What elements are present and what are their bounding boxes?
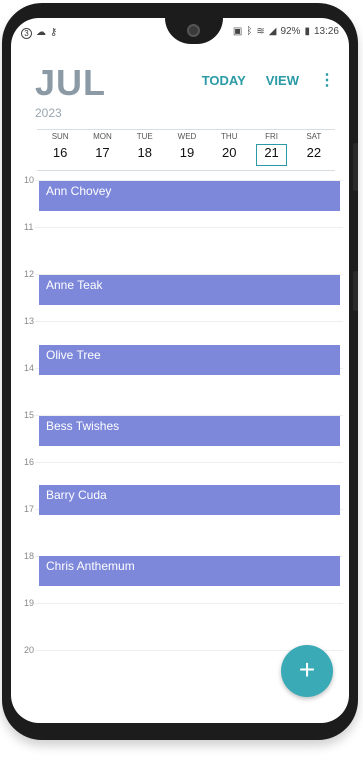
day-number: 19: [179, 145, 195, 160]
day-label: FRI: [265, 132, 278, 141]
status-left: 3 ☁ ⚷: [21, 26, 57, 40]
hour-row: 19: [11, 598, 349, 645]
hour-line: [35, 321, 343, 322]
battery-icon: ▮: [304, 26, 310, 37]
hour-label: 15: [24, 410, 35, 420]
week-divider-bottom: [37, 170, 335, 171]
day-label: SAT: [306, 132, 322, 141]
hour-label: 13: [24, 316, 35, 326]
hour-label: 12: [24, 269, 35, 279]
day-sun[interactable]: SUN 16: [39, 132, 81, 166]
hour-label: 14: [24, 363, 35, 373]
hour-label: 11: [24, 222, 34, 232]
add-event-button[interactable]: +: [281, 645, 333, 697]
phone-frame: 3 ☁ ⚷ ▣ ᛒ ≋ ◢ 92% ▮ 13:26 JUL 2023 TODAY…: [2, 3, 358, 740]
clock: 13:26: [313, 26, 339, 37]
volume-button: [353, 143, 358, 191]
power-button: [353, 271, 358, 311]
wifi-icon: ≋: [256, 26, 265, 37]
day-number: 22: [306, 145, 322, 160]
day-sat[interactable]: SAT 22: [293, 132, 335, 166]
day-label: TUE: [136, 132, 153, 141]
event-ann-chovey[interactable]: Ann Chovey: [39, 181, 340, 211]
event-barry-cuda[interactable]: Barry Cuda: [39, 485, 340, 515]
year-label: 2023: [35, 106, 62, 120]
view-button[interactable]: VIEW: [266, 73, 299, 88]
battery-percent: 92%: [280, 26, 301, 37]
hour-line: [35, 462, 343, 463]
day-number: 18: [137, 145, 152, 160]
day-timeline[interactable]: 10 11 12 13 14 15 16 17 18 19 20 Ann Cho…: [11, 175, 349, 723]
event-olive-tree[interactable]: Olive Tree: [39, 345, 340, 375]
hour-line: [35, 227, 343, 228]
lock-icon: ▣: [232, 26, 243, 37]
day-thu[interactable]: THU 20: [208, 132, 250, 166]
day-number: 16: [52, 145, 68, 160]
day-number: 17: [95, 145, 110, 160]
event-anne-teak[interactable]: Anne Teak: [39, 275, 340, 305]
day-label: SUN: [51, 132, 69, 141]
today-button[interactable]: TODAY: [202, 73, 246, 88]
hour-label: 10: [24, 175, 35, 185]
day-mon[interactable]: MON 17: [81, 132, 123, 166]
day-wed[interactable]: WED 19: [166, 132, 208, 166]
day-tue[interactable]: TUE 18: [124, 132, 166, 166]
status-bar: 3 ☁ ⚷ ▣ ᛒ ≋ ◢ 92% ▮ 13:26: [11, 25, 349, 41]
key-icon: ⚷: [50, 27, 58, 38]
day-label: MON: [93, 132, 112, 141]
cloud-icon: ☁: [36, 27, 46, 38]
hour-label: 19: [24, 598, 35, 608]
more-vert-icon[interactable]: ⋮: [319, 72, 335, 88]
hour-label: 17: [24, 504, 35, 514]
notification-circle-icon: 3: [21, 27, 32, 39]
hour-row: 11: [11, 222, 349, 269]
status-right: ▣ ᛒ ≋ ◢ 92% ▮ 13:26: [233, 25, 339, 39]
event-chris-anthemum[interactable]: Chris Anthemum: [39, 556, 340, 586]
plus-icon: +: [298, 654, 316, 685]
week-strip: SUN 16 MON 17 TUE 18 WED 19 THU 20 FRI 21 SAT 2…: [39, 132, 335, 166]
week-divider-top: [37, 129, 335, 130]
day-label: WED: [177, 132, 197, 141]
hour-label: 16: [24, 457, 35, 467]
header-actions: TODAY VIEW ⋮: [202, 72, 335, 88]
bluetooth-icon: ᛒ: [246, 26, 253, 37]
month-title: JUL: [35, 62, 107, 103]
signal-icon: ◢: [268, 26, 277, 37]
day-number: 20: [222, 145, 237, 160]
event-bess-twishes[interactable]: Bess Twishes: [39, 416, 340, 446]
screen: 3 ☁ ⚷ ▣ ᛒ ≋ ◢ 92% ▮ 13:26 JUL 2023 TODAY…: [11, 18, 349, 723]
hour-line: [35, 603, 343, 604]
hour-label: 20: [24, 645, 35, 655]
day-fri-selected[interactable]: FRI 21: [250, 132, 292, 166]
day-label: THU: [221, 132, 238, 141]
selected-day-outline: [256, 144, 287, 166]
hour-label: 18: [24, 551, 35, 561]
